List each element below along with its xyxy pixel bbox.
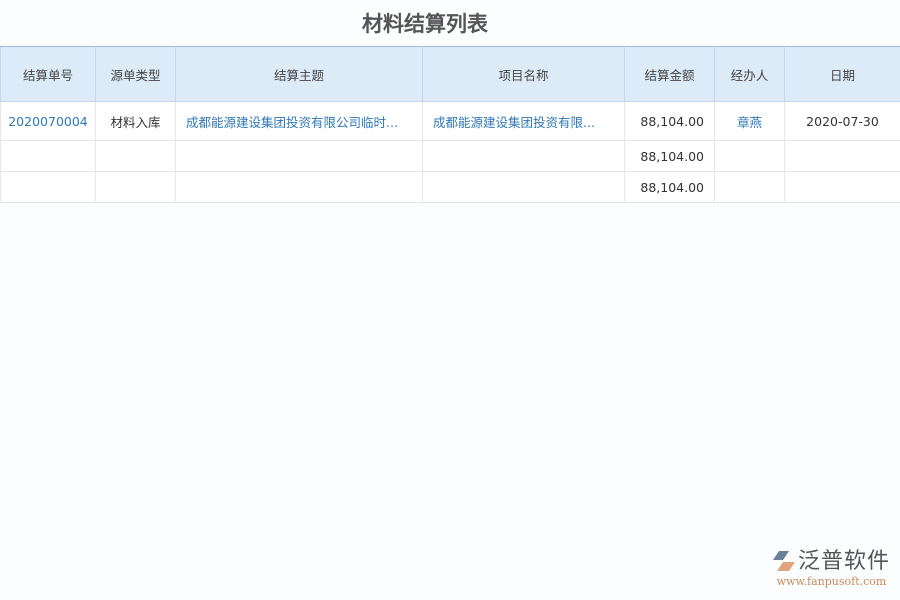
- settlement-table: 结算单号 源单类型 结算主题 项目名称 结算金额 经办人 日期 20200700…: [0, 46, 900, 203]
- col-header[interactable]: 经办人: [715, 47, 785, 102]
- source-type: 材料入库: [96, 102, 176, 141]
- logo-name: 泛普软件: [798, 549, 890, 574]
- date: 2020-07-30: [785, 102, 900, 141]
- settlement-id-link[interactable]: 2020070004: [1, 102, 96, 141]
- project-link[interactable]: 成都能源建设集团投资有限...: [423, 102, 625, 141]
- col-header[interactable]: 源单类型: [96, 47, 176, 102]
- amount: 88,104.00: [625, 102, 715, 141]
- col-header[interactable]: 结算金额: [625, 47, 715, 102]
- handler-link[interactable]: 章燕: [715, 102, 785, 141]
- col-header[interactable]: 结算单号: [1, 47, 96, 102]
- subject-link[interactable]: 成都能源建设集团投资有限公司临时...: [176, 102, 423, 141]
- table-row[interactable]: 2020070004 材料入库 成都能源建设集团投资有限公司临时... 成都能源…: [1, 102, 900, 141]
- table-row: 88,104.00: [1, 141, 900, 172]
- table-row: 88,104.00: [1, 172, 900, 203]
- logo-url: www.fanpusoft.com: [773, 575, 890, 588]
- table-header: 结算单号 源单类型 结算主题 项目名称 结算金额 经办人 日期: [1, 47, 900, 102]
- amount: 88,104.00: [625, 172, 715, 203]
- fanpu-logo: 泛普软件 www.fanpusoft.com: [773, 543, 890, 588]
- col-header[interactable]: 日期: [785, 47, 900, 102]
- col-header[interactable]: 结算主题: [176, 47, 423, 102]
- page-title: 材料结算列表: [0, 8, 850, 38]
- amount: 88,104.00: [625, 141, 715, 172]
- col-header[interactable]: 项目名称: [423, 47, 625, 102]
- logo-mark-icon: [773, 551, 795, 571]
